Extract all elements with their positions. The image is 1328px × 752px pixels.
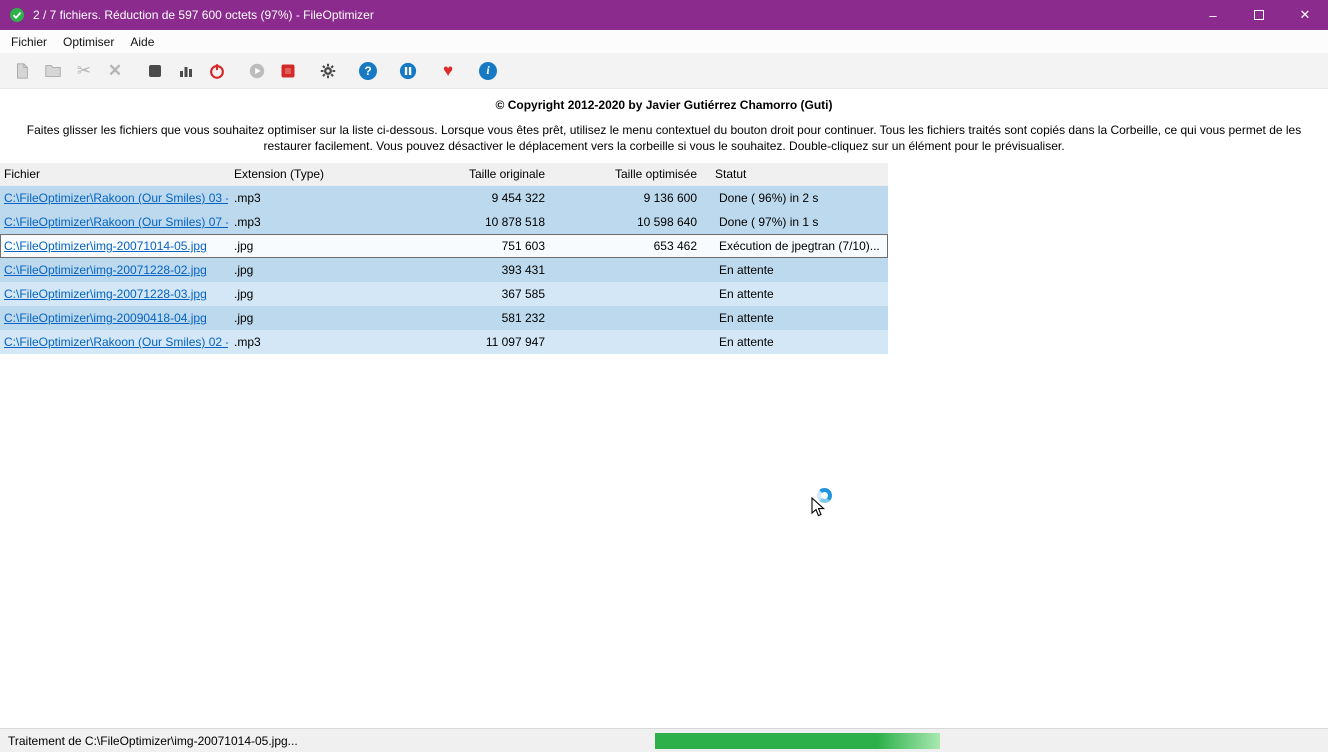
table-row[interactable]: C:\FileOptimizer\img-20071228-03.jpg .jp… [0,282,888,306]
stop-button[interactable] [141,57,169,85]
add-folder-icon [44,62,62,80]
file-path-link[interactable]: C:\FileOptimizer\Rakoon (Our Smiles) 07 … [0,215,228,229]
table-row-focused[interactable]: C:\FileOptimizer\img-20071014-05.jpg .jp… [0,234,888,258]
toolbar: ✂ ✕ [0,53,1328,89]
cursor-arrow-icon [811,497,826,518]
table-row[interactable]: C:\FileOptimizer\Rakoon (Our Smiles) 07 … [0,210,888,234]
report-icon [178,63,194,79]
original-size: 393 431 [358,263,553,277]
column-header-fichier[interactable]: Fichier [0,167,228,181]
halt-button[interactable] [274,57,302,85]
close-button[interactable]: ✕ [1282,0,1328,30]
status-text: En attente [705,263,888,277]
file-path-link[interactable]: C:\FileOptimizer\Rakoon (Our Smiles) 03 … [0,191,228,205]
original-size: 581 232 [358,311,553,325]
file-path-link[interactable]: C:\FileOptimizer\img-20071228-03.jpg [0,287,228,301]
statusbar: Traitement de C:\FileOptimizer\img-20071… [0,728,1328,752]
help-icon: ? [359,62,377,80]
instructions-text: Faites glisser les fichiers que vous sou… [12,123,1316,154]
menubar: Fichier Optimiser Aide [0,30,1328,53]
maximize-button[interactable] [1236,0,1282,30]
pause-icon [399,62,417,80]
status-text: En attente [705,335,888,349]
column-header-taille-optimisee[interactable]: Taille optimisée [553,167,705,181]
remove-icon: ✕ [108,62,122,79]
status-text: En attente [705,287,888,301]
file-list: Fichier Extension (Type) Taille original… [0,163,888,354]
file-extension: .jpg [228,311,358,325]
file-extension: .jpg [228,263,358,277]
file-path-link[interactable]: C:\FileOptimizer\img-20090418-04.jpg [0,311,228,325]
stop-dark-icon [147,63,163,79]
halt-icon [280,63,296,79]
file-extension: .jpg [228,287,358,301]
original-size: 10 878 518 [358,215,553,229]
progress-fill [655,733,940,749]
table-row[interactable]: C:\FileOptimizer\Rakoon (Our Smiles) 02 … [0,330,888,354]
add-folder-button[interactable] [39,57,67,85]
table-row[interactable]: C:\FileOptimizer\Rakoon (Our Smiles) 03 … [0,186,888,210]
column-header-statut[interactable]: Statut [705,167,888,181]
power-icon [208,62,226,80]
copyright-text: © Copyright 2012-2020 by Javier Gutiérre… [0,98,1328,112]
file-extension: .mp3 [228,191,358,205]
busy-spinner-icon [817,488,832,503]
add-file-icon [13,62,31,80]
status-text: En attente [705,311,888,325]
about-button[interactable]: i [474,57,502,85]
column-header-extension[interactable]: Extension (Type) [228,167,358,181]
table-row[interactable]: C:\FileOptimizer\img-20090418-04.jpg .jp… [0,306,888,330]
statusbar-text: Traitement de C:\FileOptimizer\img-20071… [8,734,298,748]
status-text: Done ( 97%) in 1 s [705,215,888,229]
optimized-size: 653 462 [553,239,705,253]
file-path-link[interactable]: C:\FileOptimizer\Rakoon (Our Smiles) 02 … [0,335,228,349]
heart-icon: ♥ [443,62,453,79]
file-extension: .mp3 [228,215,358,229]
optimize-button[interactable] [243,57,271,85]
table-row[interactable]: C:\FileOptimizer\img-20071228-02.jpg .jp… [0,258,888,282]
window-title: 2 / 7 fichiers. Réduction de 597 600 oct… [33,8,1190,22]
app-logo-icon [9,7,25,23]
titlebar[interactable]: 2 / 7 fichiers. Réduction de 597 600 oct… [0,0,1328,30]
optimized-size: 9 136 600 [553,191,705,205]
help-button[interactable]: ? [354,57,382,85]
exit-button[interactable] [203,57,231,85]
file-path-link[interactable]: C:\FileOptimizer\img-20071014-05.jpg [0,239,228,253]
cut-icon: ✂ [77,62,91,79]
add-file-button[interactable] [8,57,36,85]
play-icon [248,62,266,80]
menu-aide[interactable]: Aide [122,32,162,52]
minimize-button[interactable]: – [1190,0,1236,30]
status-text: Exécution de jpegtran (7/10)... [705,239,888,253]
menu-optimiser[interactable]: Optimiser [55,32,122,52]
settings-button[interactable] [314,57,342,85]
info-icon: i [479,62,497,80]
original-size: 9 454 322 [358,191,553,205]
menu-fichier[interactable]: Fichier [3,32,55,52]
window-controls: – ✕ [1190,0,1328,30]
cut-button[interactable]: ✂ [70,57,98,85]
list-header: Fichier Extension (Type) Taille original… [0,163,888,186]
donate-button[interactable]: ♥ [434,57,462,85]
optimized-size: 10 598 640 [553,215,705,229]
maximize-icon [1254,10,1264,20]
progress-bar [655,733,940,749]
status-text: Done ( 96%) in 2 s [705,191,888,205]
original-size: 751 603 [358,239,553,253]
gear-icon [319,62,337,80]
remove-button[interactable]: ✕ [101,57,129,85]
original-size: 367 585 [358,287,553,301]
file-extension: .mp3 [228,335,358,349]
report-button[interactable] [172,57,200,85]
file-path-link[interactable]: C:\FileOptimizer\img-20071228-02.jpg [0,263,228,277]
original-size: 11 097 947 [358,335,553,349]
file-extension: .jpg [228,239,358,253]
column-header-taille-originale[interactable]: Taille originale [358,167,553,181]
mouse-cursor [806,486,850,526]
pause-button[interactable] [394,57,422,85]
